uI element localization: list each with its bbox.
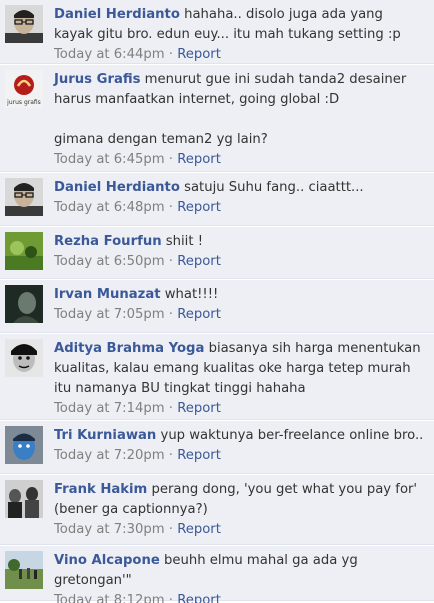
report-link[interactable]: Report: [177, 448, 221, 463]
report-link[interactable]: Report: [177, 522, 221, 537]
report-link[interactable]: Report: [177, 401, 221, 416]
comment-item: Daniel Herdianto hahaha.. disolo juga ad…: [0, 0, 434, 64]
comment-author-link[interactable]: Tri Kurniawan: [54, 428, 156, 443]
bw-group-photo-icon[interactable]: [5, 480, 43, 518]
meta-separator: ·: [164, 401, 178, 416]
comment-item: Vino Alcapone beuhh elmu mahal ga ada yg…: [0, 546, 434, 603]
comment-item: jurus grafis Jurus Grafis menurut gue in…: [0, 65, 434, 172]
comment-timestamp: Today at 6:45pm: [54, 152, 165, 167]
dark-portrait-icon[interactable]: [5, 285, 43, 323]
comment-author-link[interactable]: Jurus Grafis: [54, 72, 140, 87]
comment-author-link[interactable]: Irvan Munazat: [54, 287, 161, 302]
meta-separator: ·: [164, 47, 178, 62]
comment-author-link[interactable]: Aditya Brahma Yoga: [54, 341, 204, 356]
report-link[interactable]: Report: [177, 307, 221, 322]
comment-text: satuju Suhu fang.. ciaattt...: [179, 180, 364, 195]
comment-timestamp: Today at 6:48pm: [54, 200, 165, 215]
bw-face-icon[interactable]: [5, 339, 43, 377]
meta-separator: ·: [164, 593, 178, 603]
outdoor-photo-icon[interactable]: [5, 551, 43, 589]
comment-body: Daniel Herdianto satuju Suhu fang.. ciaa…: [54, 178, 424, 218]
report-link[interactable]: Report: [177, 152, 221, 167]
comment-body: Irvan Munazat what!!!! Today at 7:05pm ·…: [54, 285, 424, 325]
comment-body: Vino Alcapone beuhh elmu mahal ga ada yg…: [54, 551, 424, 603]
comment-timestamp: Today at 8:12pm: [54, 593, 165, 603]
comment-timestamp: Today at 7:30pm: [54, 522, 165, 537]
comment-author-link[interactable]: Vino Alcapone: [54, 553, 160, 568]
comment-author-link[interactable]: Frank Hakim: [54, 482, 147, 497]
comment-item: Daniel Herdianto satuju Suhu fang.. ciaa…: [0, 173, 434, 226]
meta-separator: ·: [164, 522, 178, 537]
meta-separator: ·: [164, 448, 178, 463]
comment-body: Jurus Grafis menurut gue ini sudah tanda…: [54, 70, 424, 170]
blue-face-icon[interactable]: [5, 426, 43, 464]
meta-separator: ·: [164, 254, 178, 269]
comment-text: shiit !: [161, 234, 203, 249]
comment-item: Rezha Fourfun shiit ! Today at 6:50pm · …: [0, 227, 434, 279]
comment-thread: Daniel Herdianto hahaha.. disolo juga ad…: [0, 0, 434, 603]
comment-body: Daniel Herdianto hahaha.. disolo juga ad…: [54, 5, 424, 65]
comment-timestamp: Today at 6:50pm: [54, 254, 165, 269]
meta-separator: ·: [164, 307, 178, 322]
comment-text: what!!!!: [160, 287, 219, 302]
comment-body: Aditya Brahma Yoga biasanya sih harga me…: [54, 339, 424, 419]
comment-body: Rezha Fourfun shiit ! Today at 6:50pm · …: [54, 232, 424, 272]
comment-author-link[interactable]: Daniel Herdianto: [54, 7, 180, 22]
man-portrait-glasses-icon[interactable]: [5, 178, 43, 216]
avatar-logo-text: jurus grafis: [6, 99, 41, 106]
meta-separator: ·: [164, 200, 178, 215]
meta-separator: ·: [164, 152, 178, 167]
report-link[interactable]: Report: [177, 254, 221, 269]
comment-timestamp: Today at 6:44pm: [54, 47, 165, 62]
comment-item: Frank Hakim perang dong, 'you get what y…: [0, 475, 434, 545]
jurus-grafis-logo-icon[interactable]: jurus grafis: [5, 70, 43, 108]
comment-body: Frank Hakim perang dong, 'you get what y…: [54, 480, 424, 540]
comment-author-link[interactable]: Daniel Herdianto: [54, 180, 180, 195]
report-link[interactable]: Report: [177, 593, 221, 603]
comment-timestamp: Today at 7:14pm: [54, 401, 165, 416]
comment-author-link[interactable]: Rezha Fourfun: [54, 234, 162, 249]
comment-item: Irvan Munazat what!!!! Today at 7:05pm ·…: [0, 280, 434, 333]
comment-timestamp: Today at 7:20pm: [54, 448, 165, 463]
comment-timestamp: Today at 7:05pm: [54, 307, 165, 322]
report-link[interactable]: Report: [177, 47, 221, 62]
comment-body: Tri Kurniawan yup waktunya ber-freelance…: [54, 426, 424, 466]
green-photo-icon[interactable]: [5, 232, 43, 270]
comment-item: Tri Kurniawan yup waktunya ber-freelance…: [0, 421, 434, 474]
comment-item: Aditya Brahma Yoga biasanya sih harga me…: [0, 334, 434, 420]
report-link[interactable]: Report: [177, 200, 221, 215]
man-portrait-glasses-icon[interactable]: [5, 5, 43, 43]
comment-text: yup waktunya ber-freelance online bro..: [156, 428, 424, 443]
